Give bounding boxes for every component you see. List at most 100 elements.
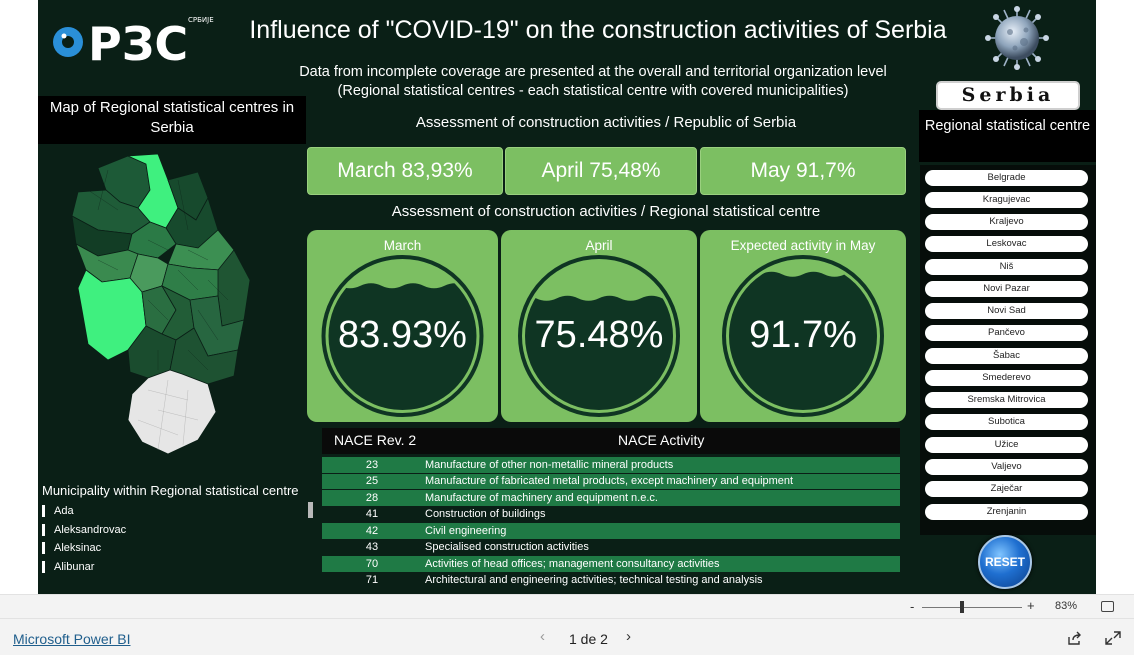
zoom-level: 83% (1055, 600, 1078, 612)
centre-option-zrenjanin[interactable]: Zrenjanin (925, 504, 1088, 520)
centre-option-kragujevac[interactable]: Kragujevac (925, 192, 1088, 208)
share-icon[interactable] (1067, 631, 1083, 645)
checkbox-icon[interactable] (42, 505, 45, 518)
regional-centre-slicer: Belgrade Kragujevac Kraljevo Leskovac Ni… (920, 165, 1096, 535)
centre-option-smederevo[interactable]: Smederevo (925, 370, 1088, 386)
municipality-scrollbar[interactable] (308, 502, 313, 518)
zoom-bar: - + 83% (0, 594, 1134, 618)
logo-text: РЗС (88, 17, 188, 68)
column-header-activity[interactable]: NACE Activity (618, 432, 704, 448)
nace-activity: Civil engineering (425, 524, 507, 537)
checkbox-icon[interactable] (42, 560, 45, 573)
column-header-code[interactable]: NACE Rev. 2 (334, 432, 416, 448)
power-bi-link[interactable]: Microsoft Power BI (13, 631, 130, 647)
zoom-in-button[interactable]: + (1027, 598, 1035, 613)
municipality-item[interactable]: Aleksandrovac (42, 521, 308, 540)
municipality-item[interactable]: Aleksinac (42, 539, 308, 558)
centre-option-nis[interactable]: Niš (925, 259, 1088, 275)
nace-code: 43 (365, 541, 379, 554)
nace-code: 25 (365, 475, 379, 488)
regional-centre-title: Regional statistical centre (919, 110, 1096, 162)
reset-button[interactable]: RESET (978, 535, 1032, 589)
serbia-regional-map[interactable] (58, 150, 258, 460)
centre-option-belgrade[interactable]: Belgrade (925, 170, 1088, 186)
zoom-slider-handle[interactable] (960, 601, 964, 613)
table-row[interactable]: 70 Activities of head offices; management… (322, 556, 900, 573)
municipality-label: Ada (54, 505, 74, 518)
zoom-out-button[interactable]: - (910, 599, 914, 614)
nace-code: 23 (365, 458, 379, 471)
rzs-logo: РЗС СРБИЈЕ (53, 16, 214, 68)
map-region-kosovo (127, 369, 217, 455)
table-row[interactable]: 42 Civil engineering (322, 523, 900, 540)
page-title: Influence of "COVID-19" on the construct… (249, 16, 947, 44)
previous-page-button[interactable]: ‹ (540, 628, 545, 645)
table-row[interactable]: 71 Architectural and engineering activiti… (322, 572, 900, 589)
regional-assessment-heading: Assessment of construction activities / … (391, 203, 821, 220)
nace-code: 41 (365, 508, 379, 521)
nace-code: 42 (365, 524, 379, 537)
gauge-value: 91.7% (749, 314, 857, 356)
kpi-march: March 83,93% (307, 147, 503, 195)
centre-option-uzice[interactable]: Užice (925, 437, 1088, 453)
centre-option-kraljevo[interactable]: Kraljevo (925, 214, 1088, 230)
serbia-button[interactable]: Serbia (936, 81, 1080, 110)
fullscreen-icon[interactable] (1105, 631, 1121, 645)
nace-code: 71 (365, 574, 379, 587)
coronavirus-icon (985, 6, 1049, 70)
centre-option-valjevo[interactable]: Valjevo (925, 459, 1088, 475)
table-row[interactable]: 43 Specialised construction activities (322, 539, 900, 556)
gauge-card-may: Expected activity in May 91.7% (700, 230, 906, 422)
subtitle-line-1: Data from incomplete coverage are presen… (299, 64, 887, 80)
table-row[interactable]: 25 Manufacture of fabricated metal produc… (322, 473, 900, 490)
municipality-label: Aleksinac (54, 542, 102, 555)
nace-activity: Manufacture of machinery and equipment n… (425, 491, 658, 504)
footer-bar: Microsoft Power BI ‹ 1 de 2 › (0, 618, 1134, 655)
municipality-item[interactable]: Alibunar (42, 558, 308, 577)
gauge-value: 75.48% (534, 314, 664, 356)
municipality-label: Alibunar (54, 560, 95, 573)
fit-to-page-icon[interactable] (1101, 601, 1114, 612)
next-page-button[interactable]: › (626, 628, 631, 645)
nace-activity: Manufacture of other non-metallic minera… (425, 458, 674, 471)
nace-activity: Manufacture of fabricated metal products… (425, 475, 794, 488)
gauge-value: 83.93% (338, 314, 467, 356)
nace-code: 70 (365, 557, 379, 570)
map-title: Map of Regional statistical centres in S… (38, 96, 306, 144)
logo-small-text: СРБИЈЕ (188, 16, 214, 24)
nace-activity: Specialised construction activities (425, 541, 589, 554)
municipality-title: Municipality within Regional statistical… (42, 483, 299, 498)
subtitle-line-2: (Regional statistical centres - each sta… (337, 83, 849, 99)
centre-option-subotica[interactable]: Subotica (925, 414, 1088, 430)
centre-option-leskovac[interactable]: Leskovac (925, 236, 1088, 252)
table-row[interactable]: 28 Manufacture of machinery and equipment… (322, 490, 900, 507)
municipality-label: Aleksandrovac (54, 523, 127, 536)
nace-code: 28 (365, 491, 379, 504)
page-subtitle: Data from incomplete coverage are presen… (258, 63, 928, 101)
centre-option-pancevo[interactable]: Pančevo (925, 325, 1088, 341)
report-canvas: РЗС СРБИЈЕ Influence of "COVID-19" on th… (38, 0, 1096, 594)
nace-table-header: NACE Rev. 2 NACE Activity (322, 428, 900, 454)
table-row[interactable]: 23 Manufacture of other non-metallic mine… (322, 457, 900, 474)
centre-option-zajecar[interactable]: Zaječar (925, 481, 1088, 497)
zoom-slider-track[interactable] (922, 607, 1022, 608)
centre-option-novi-sad[interactable]: Novi Sad (925, 303, 1088, 319)
checkbox-icon[interactable] (42, 542, 45, 555)
municipality-item[interactable]: Ada (42, 502, 308, 521)
municipality-slicer[interactable]: Ada Aleksandrovac Aleksinac Alibunar (42, 502, 308, 576)
table-row[interactable]: 41 Construction of buildings (322, 506, 900, 523)
nace-activity: Architectural and engineering activities… (425, 574, 763, 587)
gauge-card-april: April 75.48% (501, 230, 697, 422)
republic-assessment-heading: Assessment of construction activities / … (415, 114, 797, 131)
nace-activity: Activities of head offices; management c… (425, 557, 720, 570)
centre-option-sabac[interactable]: Šabac (925, 348, 1088, 364)
nace-activity: Construction of buildings (425, 508, 546, 521)
centre-option-novi-pazar[interactable]: Novi Pazar (925, 281, 1088, 297)
page-indicator: 1 de 2 (569, 631, 608, 647)
kpi-april: April 75,48% (505, 147, 697, 195)
nace-table-body: 23 Manufacture of other non-metallic mine… (322, 457, 900, 589)
checkbox-icon[interactable] (42, 523, 45, 536)
gauge-card-march: March 83.93% (307, 230, 498, 422)
kpi-may: May 91,7% (700, 147, 906, 195)
centre-option-sremska-mitrovica[interactable]: Sremska Mitrovica (925, 392, 1088, 408)
